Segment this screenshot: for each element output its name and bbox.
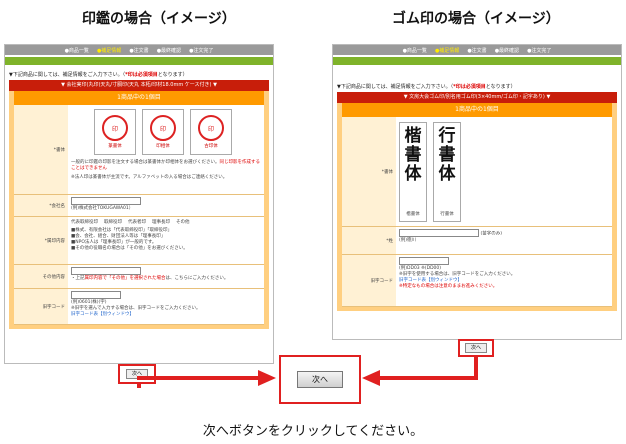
- r-name-note: (苗字のみ): [480, 231, 502, 237]
- other-note2: は、こちらにご入力ください。: [165, 276, 229, 281]
- r-font-row: *書体 楷書体 楷書体 行書体 行書体: [342, 117, 612, 227]
- r-old-row: 旧字コード (例)DD03 ※(DD00) ※旧字を使用する場合は、旧字コードをご…: [342, 255, 612, 307]
- r-name-example: (例)徳川: [399, 238, 417, 243]
- r-step-3: ●注文書: [467, 47, 487, 54]
- other-label: その他内容: [14, 265, 68, 288]
- right-arrow-vertical: [474, 357, 478, 379]
- arrow-right-icon: [258, 370, 276, 386]
- right-next-button[interactable]: 次へ: [465, 343, 487, 353]
- stamp-insoutai[interactable]: 印印相体: [142, 109, 184, 155]
- stamp-tensho[interactable]: 印篆書体: [94, 109, 136, 155]
- r-order-title: 1商品中の1個目: [342, 103, 612, 117]
- order-title: 1商品中の1個目: [14, 91, 264, 105]
- notice-mark: *印は必須項目: [125, 72, 158, 78]
- r-old-label: 旧字コード: [342, 255, 396, 306]
- r-old-red: ※特定なもの場合は注意のままお進みください。: [399, 284, 498, 289]
- instruction-caption: 次へボタンをクリックしてください。: [202, 424, 424, 439]
- title-left: 印鑑の場合（イメージ）: [82, 11, 236, 27]
- old-label: 旧字コード: [14, 289, 68, 324]
- r-font-label: *書体: [342, 117, 396, 226]
- step-3: ●注文書: [129, 47, 149, 54]
- r-sub-bar: [333, 57, 621, 65]
- font-option-2[interactable]: 印相体: [156, 143, 170, 149]
- other-input[interactable]: [71, 267, 141, 275]
- company-label: *会社名: [14, 195, 68, 216]
- gyosho-glyph-3: 体: [438, 163, 456, 184]
- step-2: ●補足情報: [96, 47, 122, 54]
- arrow-left-icon: [362, 370, 380, 386]
- notice-suffix: となります）: [157, 72, 188, 78]
- r-font-option-2[interactable]: 行書体: [440, 211, 454, 217]
- kaisho-glyph-2: 書: [404, 144, 422, 165]
- r-name-row: *姓 (苗字のみ) (例)徳川: [342, 227, 612, 255]
- r-step-2: ●補足情報: [434, 47, 460, 54]
- type-option-1[interactable]: 代表取締役印: [71, 219, 98, 225]
- r-order-area: 1商品中の1個目 *書体 楷書体 楷書体 行書体 行書体 *姓 (苗字のみ) (例…: [337, 103, 617, 311]
- gyosho-glyph-1: 行: [438, 125, 456, 146]
- notice-prefix: ▼下記商品に関しては、補足情報をご入力下さい。（: [9, 72, 126, 78]
- font-note: 一般的に印鑑の印影を注文する場合は篆書体か印相体をお選びください。同じ印影を作成…: [71, 159, 261, 171]
- center-next-button[interactable]: 次へ: [297, 371, 343, 388]
- glyph-gyosho[interactable]: 行書体 行書体: [433, 121, 461, 222]
- type-option-5[interactable]: その他: [176, 219, 190, 225]
- r-old-input[interactable]: [399, 257, 449, 265]
- r-notice-prefix: ▼下記商品に関しては、補足情報をご入力下さい。（: [337, 84, 454, 90]
- company-example: (例)株式会社TOKUGAWA01）: [71, 206, 134, 211]
- step-1: ●商品一覧: [64, 47, 89, 54]
- r-step-4: ●最終確認: [494, 47, 520, 54]
- kaisho-glyph-1: 楷: [404, 125, 422, 146]
- font-row: *書体 印篆書体 印印相体 印古印体 一般的に印鑑の印影を注文する場合は篆書体か…: [14, 105, 264, 195]
- old-row: 旧字コード (例)0601(株)(字) ※旧字を選んで入力する場合は、旧字コードを…: [14, 289, 264, 325]
- title-right: ゴム印の場合（イメージ）: [392, 11, 560, 27]
- left-arrow-shaft: [137, 376, 267, 380]
- company-input[interactable]: [71, 197, 141, 205]
- font-note2: ※法人印は篆書体が主流です。アルファベットの入る場合はご連絡ください。: [71, 175, 228, 180]
- other-row: その他内容 ・上記属印内容で「その他」を選択された場合は、こちらにご入力ください…: [14, 265, 264, 289]
- step-4: ●最終確認: [156, 47, 182, 54]
- glyph-kaisho[interactable]: 楷書体 楷書体: [399, 121, 427, 222]
- old-link[interactable]: 旧字コード表【別ウィンドウ】: [71, 311, 261, 317]
- left-screenshot: ●商品一覧 ●補足情報 ●注文書 ●最終確認 ●注文完了 ▼下記商品に関しては、…: [4, 44, 274, 364]
- stamp-koin[interactable]: 印古印体: [190, 109, 232, 155]
- r-step-1: ●商品一覧: [402, 47, 427, 54]
- gyosho-glyph-2: 書: [438, 144, 456, 165]
- step-5: ●注文完了: [189, 47, 214, 54]
- type-option-4[interactable]: 理事長印: [152, 219, 170, 225]
- step-bar-right: ●商品一覧 ●補足情報 ●注文書 ●最終確認 ●注文完了: [333, 45, 621, 57]
- font-option-1[interactable]: 篆書体: [108, 143, 122, 149]
- other-note-red: 属印内容で「その他」を選択された場合: [84, 276, 166, 281]
- r-font-option-1[interactable]: 楷書体: [406, 211, 420, 217]
- r-product-bar: ▼ 文房大会ゴム印/別名用ゴム印(3×40mm/ゴム印・記字あり) ▼: [337, 92, 617, 103]
- step-bar: ●商品一覧 ●補足情報 ●注文書 ●最終確認 ●注文完了: [5, 45, 273, 57]
- company-row: *会社名 (例)株式会社TOKUGAWA01）: [14, 195, 264, 217]
- order-area: 1商品中の1個目 *書体 印篆書体 印印相体 印古印体 一般的に印鑑の印影を注文…: [9, 91, 269, 329]
- r-name-input[interactable]: [399, 229, 479, 237]
- type-note-4: ■その他の役職名の場合は「その他」をお選びください。: [71, 246, 188, 251]
- product-bar: ▼ 会社実印(丸印)天丸/寸胴印(天丸 本柘/印材18.0mm ケース付き) ▼: [9, 80, 269, 91]
- left-arrow-vertical: [137, 384, 141, 388]
- kaisho-glyph-3: 体: [404, 163, 422, 184]
- font-label: *書体: [14, 105, 68, 194]
- type-row: *属印内容 代表取締役印 取締役印 代表者印 理事長印 その他 ■株式、有限会社…: [14, 217, 264, 265]
- font-note-text: 一般的に印鑑の印影を注文する場合は篆書体か印相体をお選びください。: [71, 160, 220, 165]
- r-step-5: ●注文完了: [527, 47, 552, 54]
- r-notice: ▼下記商品に関しては、補足情報をご入力下さい。（*印は必須項目となります）: [333, 65, 621, 92]
- type-options: 代表取締役印 取締役印 代表者印 理事長印 その他: [71, 219, 261, 225]
- type-label: *属印内容: [14, 217, 68, 264]
- other-note: ・上記: [71, 276, 85, 281]
- right-arrow-shaft: [372, 376, 478, 380]
- r-notice-mark: *印は必須項目: [453, 84, 486, 90]
- r-notice-suffix: となります）: [485, 84, 516, 90]
- notice: ▼下記商品に関しては、補足情報をご入力下さい。（*印は必須項目となります）: [5, 65, 273, 80]
- font-option-3[interactable]: 古印体: [204, 143, 218, 149]
- type-option-3[interactable]: 代表者印: [128, 219, 146, 225]
- sub-bar: [5, 57, 273, 65]
- r-name-label: *姓: [342, 227, 396, 254]
- right-screenshot: ●商品一覧 ●補足情報 ●注文書 ●最終確認 ●注文完了 ▼下記商品に関しては、…: [332, 44, 622, 340]
- old-input[interactable]: [71, 291, 121, 299]
- type-option-2[interactable]: 取締役印: [104, 219, 122, 225]
